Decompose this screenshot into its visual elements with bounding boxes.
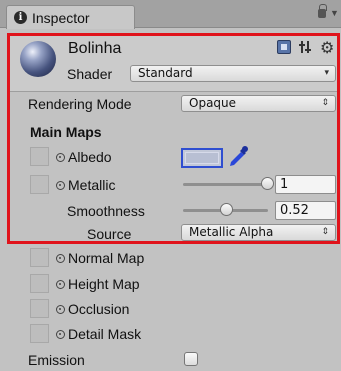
material-name: Bolinha <box>68 40 122 57</box>
metallic-texture-slot[interactable] <box>30 175 49 194</box>
source-label: Source <box>87 226 132 242</box>
albedo-texture-slot[interactable] <box>30 147 49 166</box>
occlusion-label: Occlusion <box>68 301 130 317</box>
rendering-mode-dropdown[interactable]: Opaque ⇕ <box>181 95 336 112</box>
info-icon: i <box>14 11 27 24</box>
occlusion-picker-icon[interactable] <box>56 305 65 314</box>
emission-label: Emission <box>28 352 85 368</box>
lock-icon[interactable] <box>318 4 327 18</box>
metallic-label: Metallic <box>68 177 116 193</box>
detail-mask-label: Detail Mask <box>68 326 142 342</box>
source-dropdown[interactable]: Metallic Alpha ⇕ <box>181 224 336 241</box>
updown-icon: ⇕ <box>321 227 329 237</box>
tab-inspector[interactable]: i Inspector <box>6 5 135 29</box>
normal-map-picker-icon[interactable] <box>56 254 65 263</box>
detail-mask-texture-slot[interactable] <box>30 324 49 343</box>
metallic-value-field[interactable]: 1 <box>275 175 336 194</box>
albedo-color-swatch[interactable] <box>181 148 223 168</box>
height-map-picker-icon[interactable] <box>56 280 65 289</box>
main-maps-title: Main Maps <box>30 124 102 140</box>
metallic-slider-handle[interactable] <box>261 177 274 190</box>
chevron-down-icon: ▾ <box>324 68 329 78</box>
occlusion-texture-slot[interactable] <box>30 299 49 318</box>
material-sphere-icon <box>20 41 56 77</box>
emission-checkbox[interactable] <box>184 352 198 366</box>
normal-map-texture-slot[interactable] <box>30 248 49 267</box>
source-value: Metallic Alpha <box>189 225 274 239</box>
eyedropper-icon[interactable] <box>227 145 249 169</box>
tab-title: Inspector <box>32 9 90 26</box>
albedo-picker-icon[interactable] <box>56 153 65 162</box>
normal-map-label: Normal Map <box>68 250 145 266</box>
rendering-mode-value: Opaque <box>189 96 237 110</box>
preset-icon[interactable] <box>299 41 311 53</box>
smoothness-label: Smoothness <box>67 203 145 219</box>
shader-value: Standard <box>138 66 193 80</box>
updown-icon: ⇕ <box>321 98 329 108</box>
detail-mask-picker-icon[interactable] <box>56 330 65 339</box>
height-map-texture-slot[interactable] <box>30 274 49 293</box>
metallic-picker-icon[interactable] <box>56 181 65 190</box>
albedo-label: Albedo <box>68 149 112 165</box>
rendering-mode-label: Rendering Mode <box>28 96 132 112</box>
help-book-icon[interactable] <box>277 40 291 54</box>
smoothness-value-field[interactable]: 0.52 <box>275 201 336 220</box>
shader-dropdown[interactable]: Standard ▾ <box>130 65 336 82</box>
shader-label: Shader <box>67 66 113 82</box>
metallic-slider[interactable] <box>183 183 268 186</box>
height-map-label: Height Map <box>68 276 140 292</box>
gear-icon[interactable]: ⚙ <box>320 38 334 58</box>
smoothness-slider-handle[interactable] <box>220 203 234 216</box>
menu-icon[interactable]: ▼ <box>330 8 339 18</box>
